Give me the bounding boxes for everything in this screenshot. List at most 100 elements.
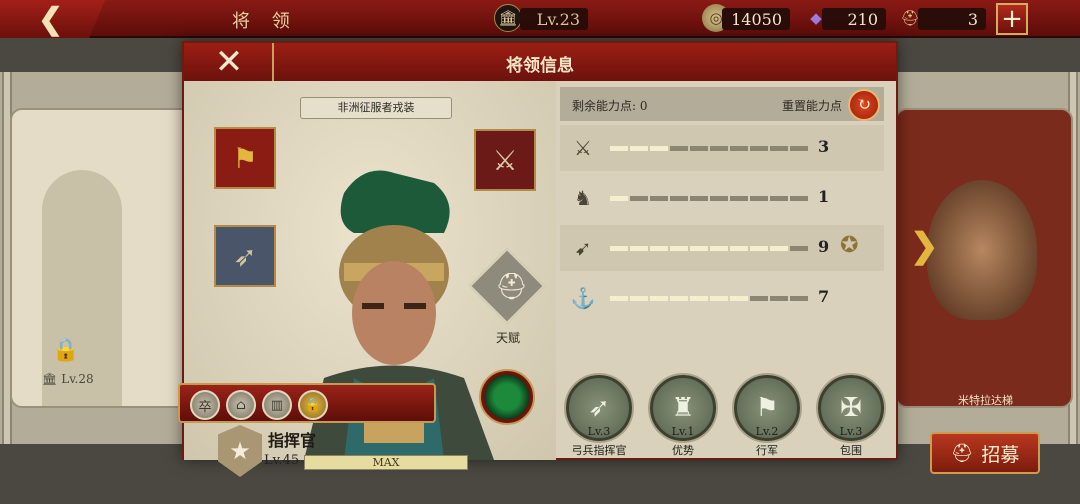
stat-segment-filled (770, 246, 788, 251)
stat-segment-filled (710, 246, 728, 251)
stat-segment-empty (690, 146, 708, 151)
stat-segment-empty (790, 196, 808, 201)
stat-segment-empty (790, 296, 808, 301)
stat-segment-filled (710, 296, 728, 301)
gem-slot[interactable] (479, 369, 535, 425)
stat-segment-empty (670, 196, 688, 201)
stat-segment-filled (670, 296, 688, 301)
stat-segment-empty (630, 196, 648, 201)
stat-segment-filled (610, 296, 628, 301)
lock-badge-icon[interactable]: 🔒 (298, 390, 328, 420)
stat-segment-empty (710, 196, 728, 201)
stat-row-cavalry: ♞ 1 (560, 175, 884, 221)
stat-segment-filled (730, 246, 748, 251)
stat-value: 3 (818, 137, 830, 156)
stat-segment-filled (630, 296, 648, 301)
stat-segment-filled (630, 246, 648, 251)
stat-segment-empty (770, 296, 788, 301)
medal-icon: ✪ (840, 233, 859, 258)
skill-name: 包围 (840, 444, 862, 457)
skill-archer-commander[interactable]: ➶ Lv.3 弓兵指挥官 (564, 375, 634, 458)
points-row: 剩余能力点: 0 重置能力点 ↻ (560, 87, 884, 121)
right-hero-name: 米特拉达梯 (958, 394, 1013, 407)
skill-level: Lv.2 (755, 425, 779, 438)
badge-bar: 卒 ⌂ ▥ 🔒 (178, 383, 436, 423)
stat-segment-empty (730, 146, 748, 151)
horse-icon: ♞ (574, 186, 592, 210)
stat-segment-empty (790, 146, 808, 151)
badge-icon[interactable]: 卒 (190, 390, 220, 420)
hero-card-locked[interactable]: 🔒 🏛 Lv.28 (10, 108, 210, 408)
locked-level-text: Lv.28 (61, 372, 94, 386)
temple-icon: 🏛 (494, 4, 522, 32)
hero-display: 非洲征服者戎装 ⚑ ➶ ⚔ ⛑ 天赋 卒 ⌂ ▥ 🔒 ★ 指挥官 Lv.45 M… (178, 81, 556, 477)
stat-row-archery: ➹ 9 ✪ (560, 225, 884, 271)
bow-icon: ➹ (574, 236, 592, 260)
back-arrow-icon: ❮ (38, 1, 64, 37)
rank-star-icon: ★ (218, 425, 262, 477)
recruit-button[interactable]: ⛑ 招募 (930, 432, 1040, 474)
stat-segment-filled (650, 296, 668, 301)
stat-segment-filled (670, 246, 688, 251)
hero-info-modal: ✕ 将领信息 非洲征服者戎装 ⚑ ➶ ⚔ ⛑ 天赋 卒 ⌂ ▥ 🔒 ★ 指挥官 … (178, 41, 898, 477)
skill-level: Lv.3 (587, 425, 611, 438)
next-hero-arrow[interactable]: ❯ (910, 226, 939, 266)
recruit-label: 招募 (981, 443, 1020, 466)
stat-value: 9 (818, 237, 830, 256)
rank-label: 指挥官 (268, 431, 317, 450)
stat-segment-empty (770, 146, 788, 151)
skill-name: 优势 (672, 444, 694, 457)
stat-segment-filled (690, 296, 708, 301)
stat-segment-empty (770, 196, 788, 201)
skill-level: Lv.3 (839, 425, 863, 438)
stat-segment-filled (650, 246, 668, 251)
stat-segment-empty (750, 146, 768, 151)
temple-icon: 🏛 (42, 372, 58, 386)
helmet-plus-icon: ⛑ (950, 442, 974, 464)
locked-level: 🏛 Lv.28 (42, 372, 94, 386)
modal-title: 将领信息 (506, 56, 574, 76)
stat-segment-filled (610, 196, 628, 201)
reset-label: 重置能力点 (782, 99, 843, 113)
remaining-points: 剩余能力点: 0 (572, 99, 648, 113)
stat-segment-filled (690, 246, 708, 251)
badge-icon[interactable]: ▥ (262, 390, 292, 420)
badge-icon[interactable]: ⌂ (226, 390, 256, 420)
reset-points-button[interactable]: ↻ (848, 89, 880, 121)
refresh-icon: ↻ (856, 95, 872, 115)
stat-row-navy: ⚓ 7 (560, 275, 884, 321)
skill-advantage[interactable]: ♜ Lv.1 优势 (648, 375, 718, 458)
stat-value: 7 (818, 287, 830, 306)
add-button[interactable]: + (996, 3, 1028, 35)
back-button[interactable]: ❮ (0, 0, 105, 38)
skill-name: 弓兵指挥官 (571, 444, 627, 457)
top-bar: ❮ 将 领 🏛 Lv.23 ◎ 14050 ◆ 210 ⛑ 3 + (0, 0, 1080, 38)
stat-segment-empty (670, 146, 688, 151)
page-title: 将 领 (232, 11, 298, 32)
stat-segment-filled (750, 246, 768, 251)
hero-portrait-right (927, 180, 1037, 320)
skill-level: Lv.1 (671, 425, 695, 438)
skill-name: 行军 (756, 444, 778, 457)
stat-segment-empty (710, 146, 728, 151)
stat-segment-empty (730, 196, 748, 201)
lock-icon: 🔒 (52, 338, 80, 363)
skin-button[interactable]: 非洲征服者戎装 (300, 97, 452, 119)
skill-encircle[interactable]: ✠ Lv.3 包围 (816, 375, 886, 458)
skill-march[interactable]: ⚑ Lv.2 行军 (732, 375, 802, 458)
modal-header: ✕ 将领信息 (184, 42, 896, 82)
stat-segment-empty (790, 246, 808, 251)
anchor-icon: ⚓ (570, 286, 596, 310)
stat-segment-filled (610, 246, 628, 251)
level-bar: MAX (304, 455, 468, 470)
stat-row-attack: ⚔ 3 (560, 125, 884, 171)
stat-segment-filled (650, 146, 668, 151)
stat-segment-filled (610, 146, 628, 151)
troop-count: 3 (918, 8, 986, 30)
stat-segment-filled (730, 296, 748, 301)
stat-segment-filled (630, 146, 648, 151)
city-level: Lv.23 (520, 8, 588, 30)
gem-count: 210 (822, 8, 886, 30)
stat-segment-empty (750, 296, 768, 301)
stat-segment-empty (690, 196, 708, 201)
